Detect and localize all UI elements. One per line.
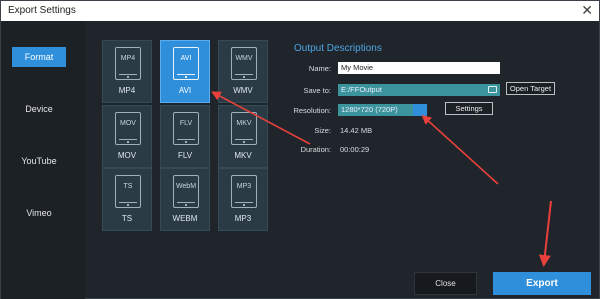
format-tile-mp3[interactable]: MP3 MP3 <box>218 168 268 231</box>
size-label: Size: <box>314 126 331 135</box>
format-label: MKV <box>234 151 252 160</box>
duration-label: Duration: <box>300 145 331 154</box>
format-tile-mov[interactable]: MOV MOV <box>102 105 152 168</box>
file-icon: MP4 <box>115 47 141 80</box>
sidebar-item-vimeo[interactable]: Vimeo <box>12 203 66 223</box>
format-label: MP3 <box>234 214 252 223</box>
format-label: WEBM <box>172 214 198 223</box>
size-value: 14.42 MB <box>340 126 373 135</box>
sidebar: Format Device YouTube Vimeo <box>1 21 85 299</box>
format-tile-wmv[interactable]: WMV WMV <box>218 40 268 103</box>
format-label: WMV <box>233 86 253 95</box>
close-button[interactable]: Close <box>414 272 477 295</box>
title-bar: Export Settings ✕ <box>1 1 599 21</box>
file-icon: MKV <box>231 112 257 145</box>
sidebar-item-format[interactable]: Format <box>12 47 66 67</box>
sidebar-item-youtube[interactable]: YouTube <box>12 151 66 171</box>
output-descriptions-title: Output Descriptions <box>294 43 382 54</box>
format-tile-avi[interactable]: AVI AVI <box>160 40 210 103</box>
annotation-arrow-export <box>538 200 552 267</box>
file-icon: WebM <box>173 175 199 208</box>
file-icon: AVI <box>173 47 199 80</box>
folder-icon[interactable] <box>488 86 497 93</box>
format-label: TS <box>121 214 133 223</box>
window-title: Export Settings <box>8 5 76 16</box>
format-label: MOV <box>117 151 137 160</box>
file-icon: FLV <box>173 112 199 145</box>
format-tile-mkv[interactable]: MKV MKV <box>218 105 268 168</box>
export-button[interactable]: Export <box>493 272 591 295</box>
file-icon: MOV <box>115 112 141 145</box>
save-to-value: E:/FFOutput <box>341 85 382 94</box>
format-label: MP4 <box>118 86 136 95</box>
resolution-select[interactable]: 1280*720 (720P) <box>338 104 427 116</box>
close-icon[interactable]: ✕ <box>581 2 593 18</box>
duration-value: 00:00:29 <box>340 145 370 154</box>
file-icon: TS <box>115 175 141 208</box>
sidebar-item-device[interactable]: Device <box>12 99 66 119</box>
resolution-label: Resolution: <box>293 106 331 115</box>
save-to-label: Save to: <box>303 86 331 95</box>
dropdown-arrow-icon[interactable] <box>413 104 427 116</box>
name-label: Name: <box>308 64 331 73</box>
settings-button[interactable]: Settings <box>445 102 493 115</box>
name-input[interactable]: My Movie <box>338 62 500 74</box>
resolution-value: 1280*720 (720P) <box>341 105 398 114</box>
format-tile-mp4[interactable]: MP4 MP4 <box>102 40 152 103</box>
format-label: AVI <box>178 86 192 95</box>
format-tile-ts[interactable]: TS TS <box>102 168 152 231</box>
file-icon: MP3 <box>231 175 257 208</box>
format-label: FLV <box>177 151 193 160</box>
file-icon: WMV <box>231 47 257 80</box>
format-tile-flv[interactable]: FLV FLV <box>160 105 210 168</box>
save-to-input[interactable]: E:/FFOutput <box>338 84 500 96</box>
export-settings-window: Export Settings ✕ Format Device YouTube … <box>0 0 600 299</box>
format-tile-webm[interactable]: WebM WEBM <box>160 168 210 231</box>
open-target-button[interactable]: Open Target <box>506 82 555 95</box>
annotation-arrow-resolution <box>421 114 499 185</box>
